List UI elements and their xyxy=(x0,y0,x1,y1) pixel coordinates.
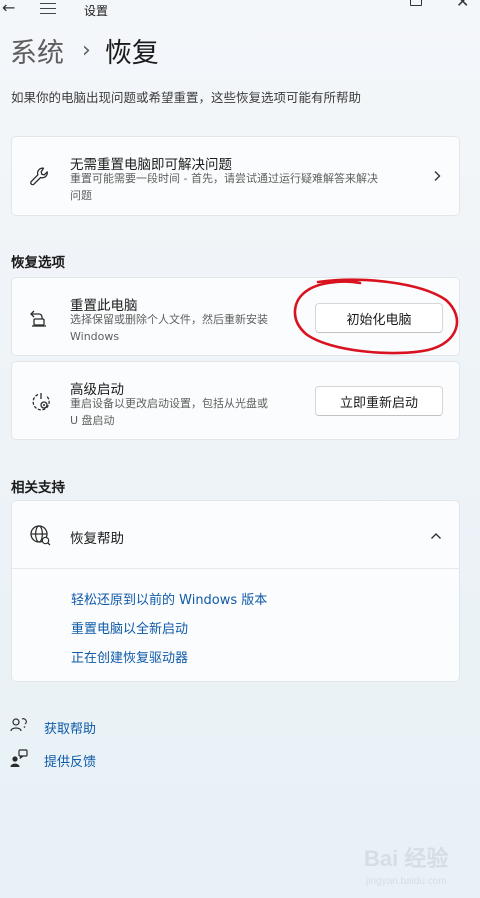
reset-pc-subtitle: 选择保留或删除个人文件，然后重新安装 Windows xyxy=(70,312,300,345)
close-icon[interactable]: ✕ xyxy=(456,0,469,11)
recovery-help-card: 恢复帮助 轻松还原到以前的 Windows 版本 重置电脑以全新启动 正在创建恢… xyxy=(11,500,460,682)
reset-pc-button[interactable]: 初始化电脑 xyxy=(315,303,443,333)
feedback-link[interactable]: 提供反馈 xyxy=(44,751,96,770)
troubleshoot-subtitle-line1: 重置可能需要一段时间 - 首先，请尝试通过运行疑难解答来解决 xyxy=(70,172,378,185)
reset-pc-title: 重置此电脑 xyxy=(70,298,138,314)
title-bar: ← 设置 ✕ xyxy=(0,0,480,22)
advanced-startup-subtitle: 重启设备以更改启动设置，包括从光盘或 U 盘启动 xyxy=(70,396,300,429)
window-title: 设置 xyxy=(84,4,109,18)
troubleshoot-title: 无需重置电脑即可解决问题 xyxy=(70,157,232,173)
help-link-restore-previous-windows[interactable]: 轻松还原到以前的 Windows 版本 xyxy=(71,589,267,608)
reset-pc-icon xyxy=(30,310,46,327)
page-description: 如果你的电脑出现问题或希望重置，这些恢复选项可能有所帮助 xyxy=(11,90,362,105)
troubleshoot-subtitle-line2: 问题 xyxy=(70,188,92,202)
reset-pc-card: 重置此电脑 选择保留或删除个人文件，然后重新安装 Windows 初始化电脑 xyxy=(11,277,460,356)
help-link-reset-pc-fresh-start[interactable]: 重置电脑以全新启动 xyxy=(71,618,188,637)
breadcrumb-parent-system[interactable]: 系统 xyxy=(10,31,64,70)
advanced-startup-icon xyxy=(32,393,50,411)
wrench-icon xyxy=(30,167,48,186)
watermark-text: Bai 经验 xyxy=(364,846,448,871)
feedback-icon xyxy=(10,749,28,767)
back-arrow-icon[interactable]: ← xyxy=(2,0,18,17)
reset-pc-subtitle-line1: 选择保留或删除个人文件，然后重新安装 xyxy=(70,313,268,326)
get-help-icon xyxy=(10,718,27,732)
advanced-startup-card: 高级启动 重启设备以更改启动设置，包括从光盘或 U 盘启动 立即重新启动 xyxy=(11,361,460,440)
page-title: 恢复 xyxy=(104,37,159,69)
breadcrumb: 系统 › 恢复 xyxy=(10,30,159,70)
baidu-jingyan-watermark: Bai 经验 jingyan.baidu.com xyxy=(364,846,448,887)
recovery-options-heading: 恢复选项 xyxy=(11,255,65,271)
advanced-startup-subtitle-line2: U 盘启动 xyxy=(70,413,115,427)
advanced-startup-title: 高级启动 xyxy=(70,382,124,398)
advanced-startup-subtitle-line1: 重启设备以更改启动设置，包括从光盘或 xyxy=(70,397,268,410)
troubleshoot-subtitle: 重置可能需要一段时间 - 首先，请尝试通过运行疑难解答来解决 问题 xyxy=(70,171,410,204)
troubleshoot-card[interactable]: 无需重置电脑即可解决问题 重置可能需要一段时间 - 首先，请尝试通过运行疑难解答… xyxy=(11,136,460,216)
reset-pc-subtitle-line2: Windows xyxy=(70,329,120,343)
recovery-help-title[interactable]: 恢复帮助 xyxy=(70,527,124,547)
chevron-up-icon[interactable] xyxy=(429,529,443,543)
hamburger-menu-icon[interactable] xyxy=(40,3,56,15)
chevron-right-icon xyxy=(434,171,441,181)
watermark-url: jingyan.baidu.com xyxy=(365,876,447,887)
help-link-create-recovery-drive[interactable]: 正在创建恢复驱动器 xyxy=(71,647,188,666)
restart-now-button[interactable]: 立即重新启动 xyxy=(315,386,443,416)
maximize-icon[interactable] xyxy=(410,0,422,6)
help-divider xyxy=(12,568,459,569)
related-support-heading: 相关支持 xyxy=(11,480,65,496)
globe-icon xyxy=(30,525,51,546)
get-help-link[interactable]: 获取帮助 xyxy=(44,718,96,737)
breadcrumb-separator: › xyxy=(82,37,91,63)
